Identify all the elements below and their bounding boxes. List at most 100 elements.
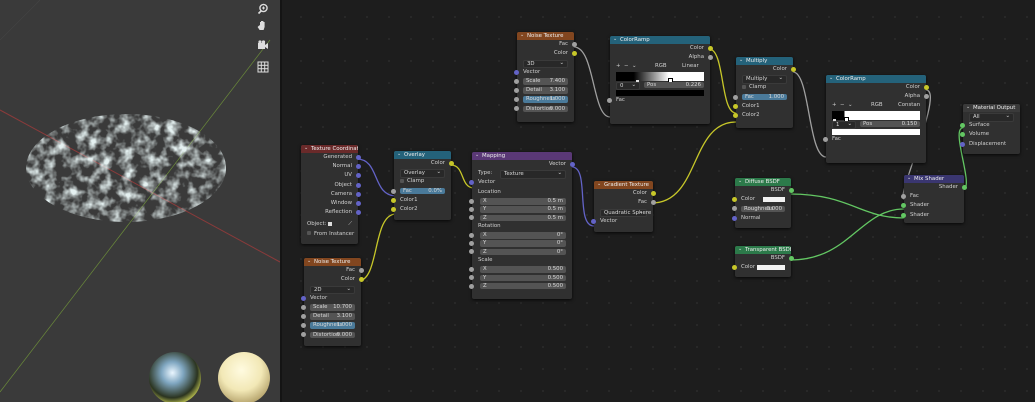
loc-z-field[interactable]: Z 0.5 m <box>469 213 572 222</box>
socket-bsdf[interactable]: BSDF <box>735 254 794 263</box>
socket-fac[interactable]: Fac <box>304 266 364 275</box>
node-transparent-bsdf[interactable]: Transparent BSDF BSDF Color <box>732 246 794 277</box>
socket-alpha[interactable]: Alpha <box>610 53 713 62</box>
hand-icon[interactable] <box>255 17 271 33</box>
3d-viewport[interactable] <box>0 0 280 402</box>
remove-stop-icon[interactable]: − <box>840 102 845 108</box>
socket-volume[interactable]: Volume <box>960 130 1020 139</box>
zoom-icon[interactable] <box>255 1 271 17</box>
socket-vector[interactable]: Vector <box>591 217 653 226</box>
scl-x-field[interactable]: X 0.500 <box>469 265 572 273</box>
node-mapping[interactable]: Mapping Vector Type:Texture Vector Locat… <box>469 152 575 299</box>
scale-field[interactable]: Scale 7.400 <box>514 77 574 86</box>
color-mode-dropdown[interactable]: RGB <box>871 101 883 110</box>
node-mix-shader[interactable]: Mix Shader Shader Fac Shader Shader <box>901 175 967 223</box>
socket-reflection[interactable]: Reflection <box>301 208 361 217</box>
socket-color[interactable]: Color <box>517 49 577 58</box>
scl-z-field[interactable]: Z 0.500 <box>469 282 572 290</box>
socket-color1[interactable]: Color1 <box>391 196 451 205</box>
rot-x-field[interactable]: X 0° <box>469 231 572 239</box>
scl-y-field[interactable]: Y 0.500 <box>469 273 572 282</box>
socket-color[interactable]: Color <box>304 275 364 284</box>
node-noise-texture-3d[interactable]: Noise Texture Fac Color 3D Vector Scale7… <box>514 32 577 122</box>
socket-shader-2[interactable]: Shader <box>901 211 964 220</box>
socket-color[interactable]: Color <box>594 189 656 198</box>
socket-vector[interactable]: Vector <box>514 68 574 77</box>
color-field[interactable]: Color <box>732 263 791 272</box>
socket-uv[interactable]: UV <box>301 171 361 180</box>
dimensions-dropdown[interactable]: 3D <box>517 58 574 69</box>
socket-window[interactable]: Window <box>301 199 361 208</box>
node-noise-texture-2d[interactable]: Noise Texture Fac Color 2D Vector Scale1… <box>301 258 364 346</box>
socket-vector-in[interactable]: Vector <box>469 178 572 187</box>
ramp-toolbar[interactable]: + − ⌄ RGB Constan <box>826 101 926 110</box>
camera-icon[interactable] <box>255 37 271 53</box>
socket-normal[interactable]: Normal <box>301 162 361 171</box>
socket-color2[interactable]: Color2 <box>733 111 793 120</box>
stop-controls[interactable]: 0Pos0.226 <box>610 81 710 91</box>
socket-color2[interactable]: Color2 <box>391 205 451 214</box>
socket-shader-1[interactable]: Shader <box>901 201 964 210</box>
ramp-gradient[interactable] <box>832 110 920 122</box>
socket-fac[interactable]: Fac <box>517 40 577 49</box>
from-instancer-checkbox[interactable]: From Instancer <box>301 230 358 239</box>
socket-vector[interactable]: Vector <box>301 294 361 303</box>
loc-x-field[interactable]: X 0.5 m <box>469 197 572 205</box>
ramp-gradient[interactable] <box>616 71 704 83</box>
color-mode-dropdown[interactable]: RGB <box>655 62 667 71</box>
socket-object[interactable]: Object <box>301 181 361 190</box>
socket-displacement[interactable]: Displacement <box>960 140 1020 149</box>
stop-controls[interactable]: 1Pos0.150 <box>826 120 926 130</box>
scale-field[interactable]: Scale 10.700 <box>301 303 361 312</box>
interpolation-dropdown[interactable]: Constan <box>898 101 920 110</box>
target-dropdown[interactable]: All <box>963 112 1020 122</box>
roughness-field[interactable]: Roughness 0.000 <box>732 204 791 213</box>
ramp-menu-icon[interactable]: ⌄ <box>632 63 637 69</box>
fac-field[interactable]: Fac 0.0% <box>391 187 451 196</box>
gradient-type-dropdown[interactable]: Quadratic Sphere <box>594 207 653 218</box>
socket-fac[interactable]: Fac <box>594 198 656 207</box>
ramp-menu-icon[interactable]: ⌄ <box>848 102 853 108</box>
node-diffuse-bsdf[interactable]: Diffuse BSDF BSDF Color Roughness0.000 N… <box>732 178 794 228</box>
interpolation-dropdown[interactable]: Linear <box>682 62 699 71</box>
socket-color-out[interactable]: Color <box>394 159 454 168</box>
socket-normal[interactable]: Normal <box>732 214 791 223</box>
add-stop-icon[interactable]: + <box>616 63 621 69</box>
remove-stop-icon[interactable]: − <box>624 63 629 69</box>
add-stop-icon[interactable]: + <box>832 102 837 108</box>
fac-field[interactable]: Fac 1.000 <box>733 93 793 102</box>
rot-z-field[interactable]: Z 0° <box>469 247 572 256</box>
detail-field[interactable]: Detail 3.100 <box>514 86 574 95</box>
socket-bsdf[interactable]: BSDF <box>735 186 794 195</box>
eyedropper-icon[interactable]: ⟋ <box>348 220 352 229</box>
socket-surface[interactable]: Surface <box>960 121 1020 130</box>
blend-mode-dropdown[interactable]: Overlay <box>394 168 451 179</box>
object-field[interactable]: Object: ⟋ <box>301 220 358 229</box>
node-texture-coordinate[interactable]: Texture Coordinate Generated Normal UV O… <box>301 145 361 244</box>
blend-mode-dropdown[interactable]: Multiply <box>736 74 793 85</box>
loc-y-field[interactable]: Y 0.5 m <box>469 205 572 213</box>
roughness-field[interactable]: Roughness 1.000 <box>514 95 574 104</box>
node-colorramp-2[interactable]: ColorRamp Color Alpha + − ⌄ RGB Constan 1P… <box>823 75 929 163</box>
dimensions-dropdown[interactable]: 2D <box>304 284 361 295</box>
distortion-field[interactable]: Distortion 0.000 <box>514 104 574 113</box>
node-gradient-texture[interactable]: Gradient Texture Color Fac Quadratic Sph… <box>591 181 656 232</box>
grid-icon[interactable] <box>255 59 271 75</box>
ramp-toolbar[interactable]: + − ⌄ RGB Linear <box>610 62 710 71</box>
node-overlay[interactable]: Overlay Color Overlay Clamp Fac0.0% Colo… <box>391 151 454 220</box>
rot-y-field[interactable]: Y 0° <box>469 239 572 248</box>
socket-vector-out[interactable]: Vector <box>472 160 575 169</box>
distortion-field[interactable]: Distortion 0.000 <box>301 330 361 339</box>
clamp-checkbox[interactable]: Clamp <box>736 83 793 92</box>
detail-field[interactable]: Detail 3.100 <box>301 312 361 321</box>
node-colorramp-1[interactable]: ColorRamp Color Alpha + − ⌄ RGB Linear 0Po… <box>607 36 713 124</box>
socket-generated[interactable]: Generated <box>301 153 361 162</box>
socket-color-out[interactable]: Color <box>736 65 796 74</box>
socket-shader-out[interactable]: Shader <box>904 183 967 192</box>
node-multiply[interactable]: Multiply Color Multiply Clamp Fac1.000 C… <box>733 57 796 128</box>
socket-camera[interactable]: Camera <box>301 190 361 199</box>
socket-alpha[interactable]: Alpha <box>826 92 929 101</box>
clamp-checkbox[interactable]: Clamp <box>394 177 451 186</box>
socket-color1[interactable]: Color1 <box>733 102 793 111</box>
roughness-field[interactable]: Roughness 1.000 <box>301 321 361 330</box>
